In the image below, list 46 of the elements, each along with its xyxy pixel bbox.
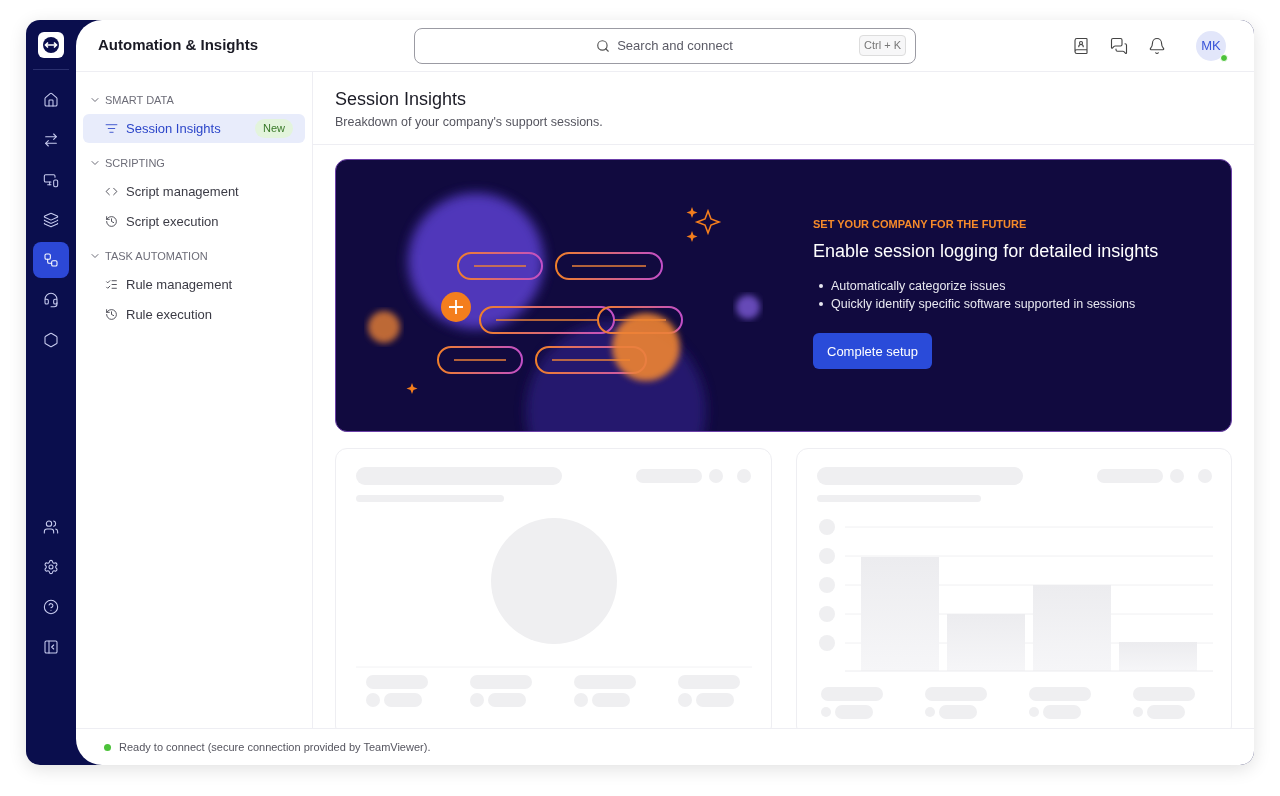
bullet-icon (819, 284, 823, 289)
transfer-arrows-icon (43, 132, 59, 148)
bell-icon (1148, 36, 1166, 55)
nav-item[interactable]: Session Insights New (83, 114, 305, 143)
user-avatar[interactable]: MK (1196, 30, 1226, 61)
section-header[interactable]: TASK AUTOMATION (83, 242, 208, 270)
chat-button[interactable] (1110, 36, 1128, 55)
new-badge: New (255, 119, 293, 138)
bullet-icon (819, 302, 823, 307)
notifications-button[interactable] (1148, 36, 1166, 55)
banner-bullet: Automatically categorize issues (831, 278, 1006, 296)
contact-book-icon (1072, 36, 1090, 55)
rail-button[interactable] (33, 242, 69, 278)
code-icon (105, 185, 118, 198)
banner-eyebrow: SET YOUR COMPANY FOR THE FUTURE (813, 216, 1028, 232)
workflow-icon (43, 252, 59, 268)
stacked-windows-icon (43, 212, 59, 228)
devices-icon (43, 172, 59, 188)
people-icon (43, 519, 59, 535)
banner-bullet: Quickly identify specific software supported in sessions (831, 296, 1136, 314)
settings-icon (43, 559, 59, 575)
section-header[interactable]: SCRIPTING (83, 149, 165, 177)
nav-item[interactable]: Script management (83, 177, 305, 206)
status-text: Ready to connect (secure connection provided by TeamViewer). (119, 739, 431, 755)
help-icon (43, 599, 59, 615)
contacts-button[interactable] (1072, 36, 1090, 55)
nav-item[interactable]: Rule execution (83, 300, 305, 329)
hexagon-icon (43, 332, 59, 348)
shortcut-hint: Ctrl + K (859, 35, 906, 56)
nav-item[interactable]: Script execution (83, 207, 305, 236)
headset-icon (43, 292, 59, 308)
app-title: Automation & Insights (98, 35, 259, 56)
panel-icon (43, 639, 59, 655)
page-subtitle: Breakdown of your company's support sessions. (335, 114, 604, 131)
home-icon (43, 92, 59, 108)
section-header[interactable]: SMART DATA (83, 86, 174, 114)
checklist-icon (105, 278, 118, 291)
history-icon (105, 215, 118, 228)
app-logo-icon (38, 32, 64, 58)
complete-setup-button[interactable]: Complete setup (813, 333, 933, 370)
chat-bubbles-icon (1110, 36, 1128, 55)
search-icon (596, 38, 610, 53)
banner-title: Enable session logging for detailed insights (813, 240, 1159, 264)
page-title: Session Insights (335, 88, 468, 111)
history-icon (105, 308, 118, 321)
nav-item[interactable]: Rule management (83, 270, 305, 299)
